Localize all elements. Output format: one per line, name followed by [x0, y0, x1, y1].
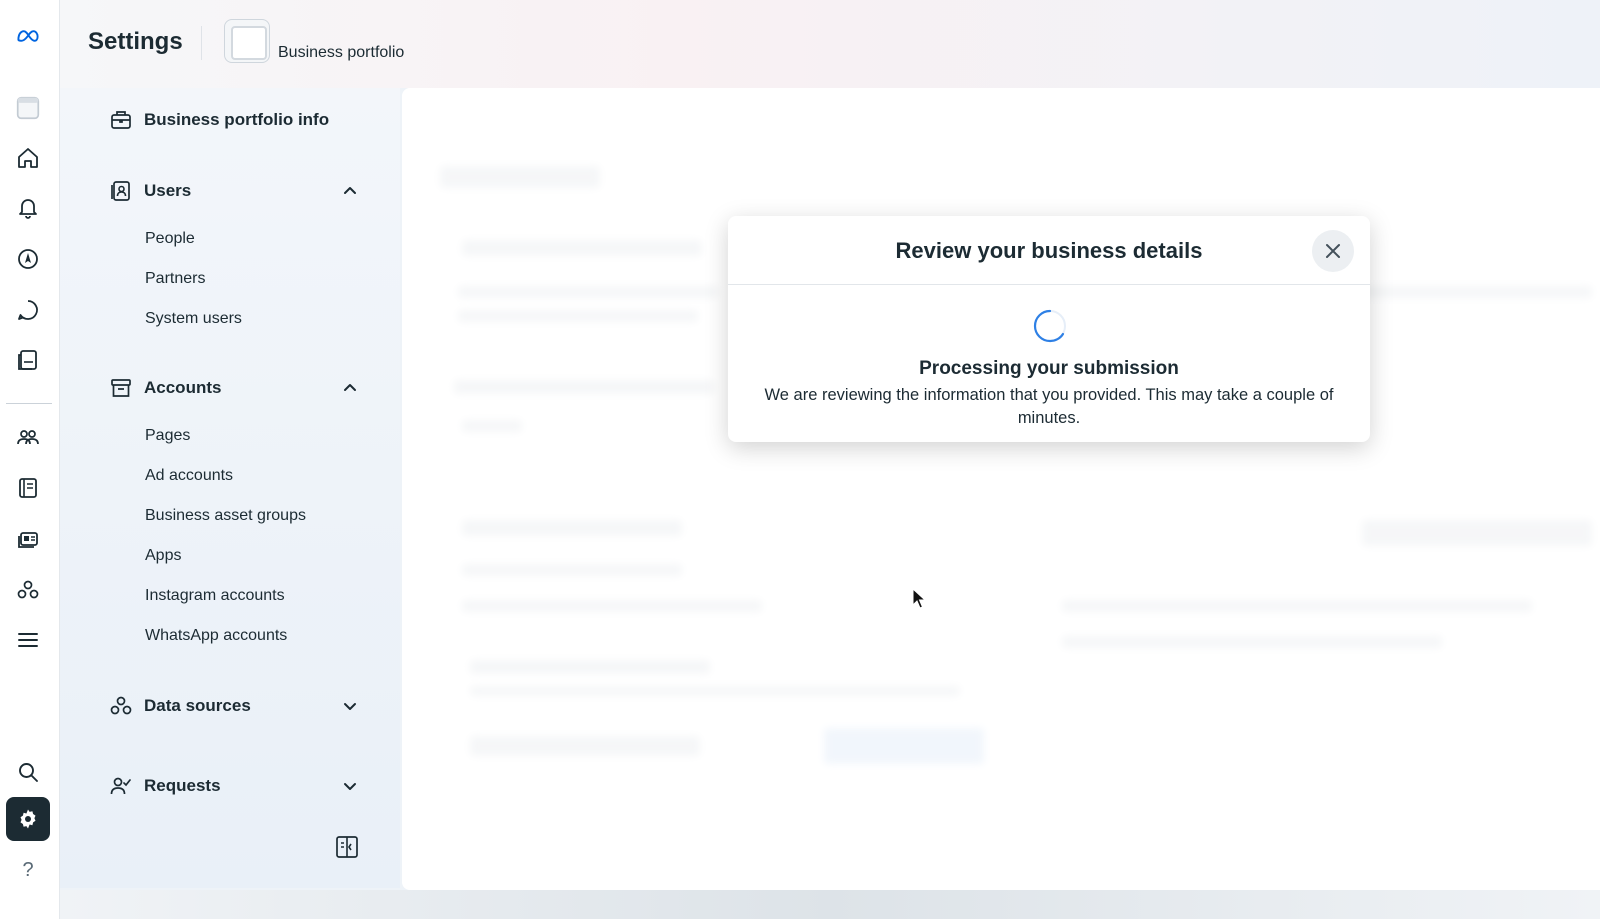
dialog-divider [728, 284, 1370, 285]
gear-icon[interactable] [6, 797, 50, 841]
nav-item-partners[interactable]: Partners [145, 270, 205, 288]
nav-item-apps[interactable]: Apps [145, 547, 181, 565]
chevron-up-icon [344, 384, 356, 391]
nav-item-whatsapp-accounts[interactable]: WhatsApp accounts [145, 627, 287, 645]
nav-group-accounts[interactable]: Accounts [108, 372, 358, 404]
icon-rail: ? [0, 0, 60, 919]
close-button[interactable] [1312, 230, 1354, 272]
portfolio-thumb-icon[interactable] [6, 86, 50, 130]
nav-group-users-label: Users [144, 181, 192, 200]
chevron-up-icon [344, 187, 356, 194]
review-details-dialog: Review your business details Processing … [728, 216, 1370, 442]
close-icon [1326, 244, 1340, 258]
nav-item-pages[interactable]: Pages [145, 427, 190, 445]
chat-icon[interactable] [6, 288, 50, 332]
nav-group-users[interactable]: Users [108, 175, 358, 207]
mouse-cursor-icon [912, 588, 926, 609]
user-badge-icon [108, 178, 134, 204]
header-divider [201, 26, 202, 60]
nav-group-data-sources-label: Data sources [144, 696, 251, 715]
home-icon[interactable] [6, 136, 50, 180]
nav-item-people[interactable]: People [145, 230, 195, 248]
rail-divider [6, 403, 52, 404]
chevron-down-icon [344, 783, 356, 790]
dialog-heading: Processing your submission [919, 358, 1179, 379]
nav-item-system-users[interactable]: System users [145, 310, 242, 328]
nav-group-requests-label: Requests [144, 776, 221, 795]
portfolio-name[interactable]: Business portfolio [278, 44, 404, 62]
page-title: Settings [88, 28, 183, 55]
ads-icon[interactable] [6, 517, 50, 561]
archive-box-icon [108, 375, 134, 401]
nav-group-data-sources[interactable]: Data sources [108, 690, 358, 722]
menu-icon[interactable] [6, 618, 50, 662]
dialog-title: Review your business details [895, 238, 1203, 263]
nav-item-ad-accounts[interactable]: Ad accounts [145, 467, 233, 485]
nav-business-portfolio-info-label: Business portfolio info [144, 110, 330, 129]
nav-group-requests[interactable]: Requests [108, 770, 358, 802]
briefcase-icon [108, 107, 134, 133]
settings-nav: Business portfolio info Users People Par… [60, 88, 400, 888]
nav-group-accounts-label: Accounts [144, 378, 222, 397]
search-icon[interactable] [6, 750, 50, 794]
help-label: ? [22, 858, 34, 881]
user-check-icon [108, 773, 134, 799]
compass-icon[interactable] [6, 237, 50, 281]
pages-icon[interactable] [6, 338, 50, 382]
data-sources-icon[interactable] [6, 568, 50, 612]
bell-icon[interactable] [6, 186, 50, 230]
meta-logo-icon[interactable] [6, 14, 50, 58]
book-icon[interactable] [6, 466, 50, 510]
nav-business-portfolio-info[interactable]: Business portfolio info [108, 104, 358, 136]
portfolio-thumbnail[interactable] [224, 19, 270, 63]
main-content [402, 88, 1600, 890]
data-sources-icon [108, 693, 134, 719]
nav-item-instagram-accounts[interactable]: Instagram accounts [145, 587, 285, 605]
chevron-down-icon [344, 703, 356, 710]
loading-spinner-icon [1033, 309, 1066, 343]
dialog-body: We are reviewing the information that yo… [764, 386, 1334, 427]
nav-item-business-asset-groups[interactable]: Business asset groups [145, 507, 306, 525]
bottom-strip [60, 890, 1600, 919]
collapse-sidebar-icon[interactable] [334, 834, 360, 860]
modal-backdrop[interactable] [402, 88, 1600, 890]
people-group-icon[interactable] [6, 415, 50, 459]
help-icon[interactable]: ? [6, 848, 50, 892]
